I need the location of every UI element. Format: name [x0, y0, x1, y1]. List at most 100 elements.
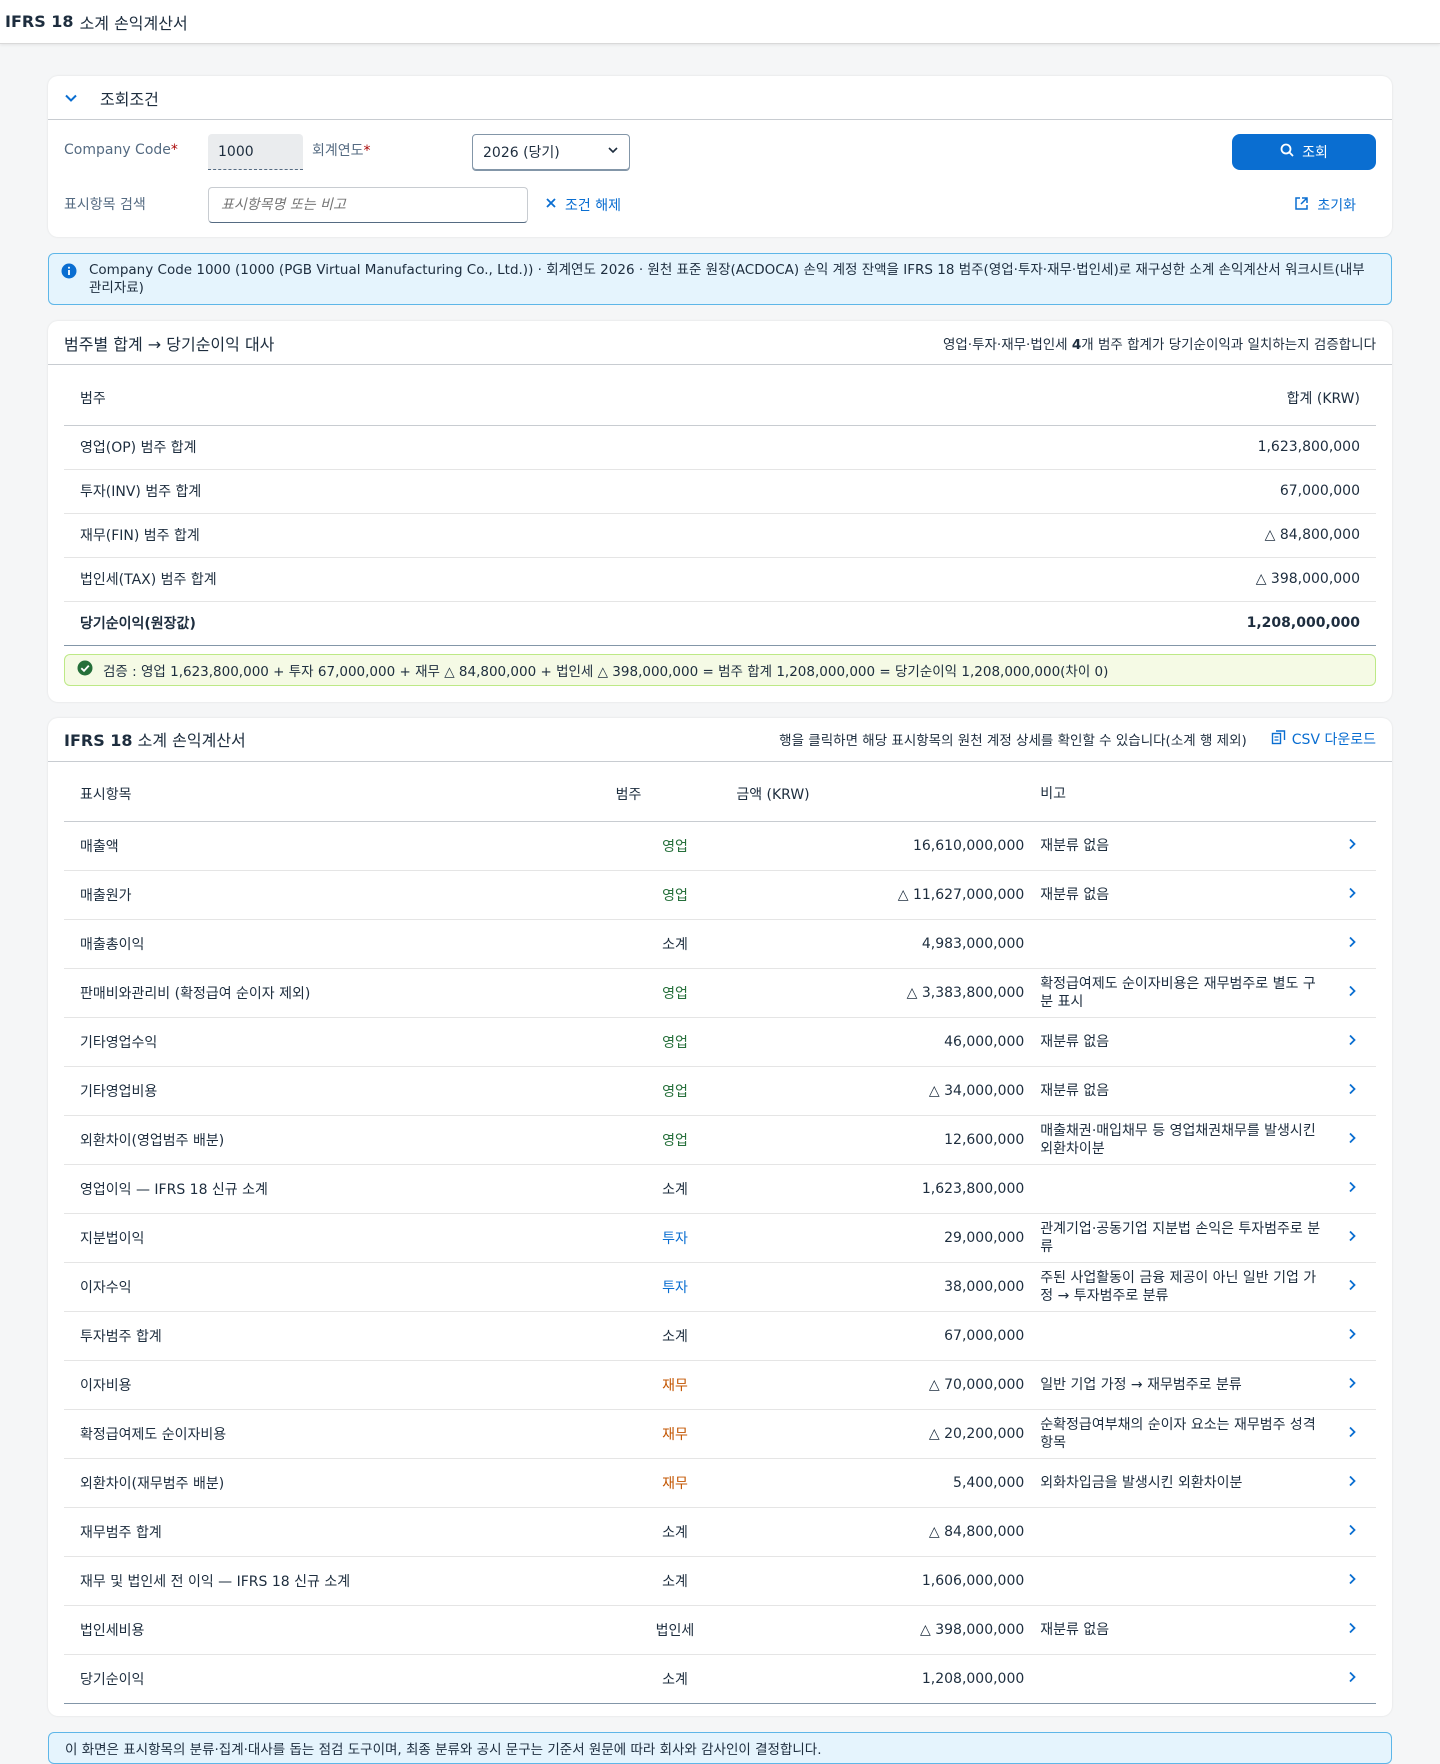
row-note: 재분류 없음: [1040, 1066, 1329, 1116]
summary-row-value: △ 84,800,000: [768, 513, 1376, 558]
row-category: 영업: [614, 821, 736, 871]
table-row[interactable]: 투자범주 합계 소계 67,000,000: [64, 1311, 1376, 1361]
clear-filter-link[interactable]: 조건 해제: [545, 187, 621, 223]
statement-header: IFRS 18 소계 손익계산서 행을 클릭하면 해당 표시항목의 원천 계정 …: [48, 718, 1392, 762]
chevron-right-icon[interactable]: [1328, 1556, 1376, 1606]
row-note: 일반 기업 가정 → 재무범주로 분류: [1040, 1360, 1329, 1410]
company-code-input[interactable]: 1000: [208, 134, 303, 170]
row-category: 소계: [614, 1507, 736, 1557]
summary-header: 범주별 합계 → 당기순이익 대사 영업·투자·재무·법인세 4개 범주 합계가…: [48, 321, 1392, 365]
row-note: 확정급여제도 순이자비용은 재무범주로 별도 구분 표시: [1040, 968, 1329, 1018]
csv-download-label: CSV 다운로드: [1291, 732, 1376, 748]
table-row[interactable]: 외환차이(재무범주 배분) 재무 5,400,000 외화차입금을 발생시킨 외환차이…: [64, 1458, 1376, 1508]
filter-panel: 조회조건 Company Code* 1000 회계연도* 2026 (당기) …: [48, 76, 1392, 237]
chevron-right-icon[interactable]: [1328, 968, 1376, 1018]
summary-subtitle: 영업·투자·재무·법인세 4개 범주 합계가 당기순이익과 일치하는지 검증합니…: [942, 336, 1376, 353]
col-item: 표시항목: [64, 761, 615, 822]
summary-row-value: △ 398,000,000: [768, 557, 1376, 602]
chevron-right-icon[interactable]: [1328, 1213, 1376, 1263]
csv-download-button[interactable]: CSV 다운로드: [1271, 729, 1376, 749]
table-row[interactable]: 매출총이익 소계 4,983,000,000: [64, 919, 1376, 969]
summary-row: 법인세(TAX) 범주 합계 △ 398,000,000: [64, 557, 1376, 602]
row-amount: 1,208,000,000: [735, 1654, 1041, 1704]
row-amount: △ 20,200,000: [735, 1409, 1041, 1459]
chevron-right-icon[interactable]: [1328, 821, 1376, 871]
chevron-right-icon[interactable]: [1328, 1115, 1376, 1165]
info-message: Company Code 1000 (1000 (PGB Virtual Man…: [48, 253, 1392, 305]
search-icon: [1280, 143, 1294, 161]
chevron-right-icon[interactable]: [1328, 1262, 1376, 1312]
chevron-right-icon[interactable]: [1328, 1017, 1376, 1067]
row-amount: △ 84,800,000: [735, 1507, 1041, 1557]
row-note: 순확정급여부채의 순이자 요소는 재무범주 성격 항목: [1040, 1409, 1329, 1459]
summary-row: 투자(INV) 범주 합계 67,000,000: [64, 469, 1376, 514]
table-row[interactable]: 확정급여제도 순이자비용 재무 △ 20,200,000 순확정급여부채의 순이자 요…: [64, 1409, 1376, 1459]
chevron-right-icon[interactable]: [1328, 1654, 1376, 1704]
fiscal-year-select[interactable]: 2026 (당기): [472, 134, 630, 170]
table-row[interactable]: 이자수익 투자 38,000,000 주된 사업활동이 금융 제공이 아닌 일반 기업…: [64, 1262, 1376, 1312]
table-row[interactable]: 기타영업수익 영업 46,000,000 재분류 없음: [64, 1017, 1376, 1067]
row-amount: 67,000,000: [735, 1311, 1041, 1361]
row-note: [1040, 1164, 1329, 1214]
row-note: 재분류 없음: [1040, 1017, 1329, 1067]
summary-total-label: 당기순이익(원장값): [64, 601, 769, 646]
table-row[interactable]: 지분법이익 투자 29,000,000 관계기업·공동기업 지분법 손익은 투자범주로…: [64, 1213, 1376, 1263]
summary-row-label: 투자(INV) 범주 합계: [64, 469, 769, 514]
summary-row-label: 영업(OP) 범주 합계: [64, 425, 769, 470]
col-total: 합계 (KRW): [768, 365, 1376, 426]
row-amount: 1,623,800,000: [735, 1164, 1041, 1214]
table-row[interactable]: 당기순이익 소계 1,208,000,000: [64, 1654, 1376, 1704]
chevron-right-icon[interactable]: [1328, 1164, 1376, 1214]
row-amount: 38,000,000: [735, 1262, 1041, 1312]
table-row[interactable]: 외환차이(영업범주 배분) 영업 12,600,000 매출채권·매입채무 등 영업채…: [64, 1115, 1376, 1165]
info-icon: [61, 263, 77, 284]
col-nav: [1328, 761, 1376, 822]
table-row[interactable]: 기타영업비용 영업 △ 34,000,000 재분류 없음: [64, 1066, 1376, 1116]
chevron-right-icon[interactable]: [1328, 1311, 1376, 1361]
chevron-right-icon[interactable]: [1328, 1458, 1376, 1508]
row-note: 주된 사업활동이 금융 제공이 아닌 일반 기업 가정 → 투자범주로 분류: [1040, 1262, 1329, 1312]
statement-toolbar: 행을 클릭하면 해당 표시항목의 원천 계정 상세를 확인할 수 있습니다(소계…: [779, 729, 1376, 749]
table-row[interactable]: 매출원가 영업 △ 11,627,000,000 재분류 없음: [64, 870, 1376, 920]
statement-title: IFRS 18 소계 손익계산서: [64, 731, 246, 750]
chevron-right-icon[interactable]: [1328, 1360, 1376, 1410]
row-item: 재무범주 합계: [64, 1507, 615, 1557]
statement-panel: IFRS 18 소계 손익계산서 행을 클릭하면 해당 표시항목의 원천 계정 …: [48, 717, 1392, 1716]
row-note: 재분류 없음: [1040, 821, 1329, 871]
chevron-right-icon[interactable]: [1328, 870, 1376, 920]
app-title-strong: IFRS 18: [5, 12, 74, 31]
chevron-right-icon[interactable]: [1328, 1409, 1376, 1459]
chevron-down-icon[interactable]: [64, 91, 84, 105]
table-row[interactable]: 영업이익 — IFRS 18 신규 소계 소계 1,623,800,000: [64, 1164, 1376, 1214]
summary-row-value: 67,000,000: [768, 469, 1376, 514]
table-row[interactable]: 재무 및 법인세 전 이익 — IFRS 18 신규 소계 소계 1,606,000…: [64, 1556, 1376, 1606]
table-row[interactable]: 이자비용 재무 △ 70,000,000 일반 기업 가정 → 재무범주로 분류: [64, 1360, 1376, 1410]
close-icon: [545, 197, 557, 213]
row-note: 외화차입금을 발생시킨 외환차이분: [1040, 1458, 1329, 1508]
table-row[interactable]: 재무범주 합계 소계 △ 84,800,000: [64, 1507, 1376, 1557]
summary-row-label: 재무(FIN) 범주 합계: [64, 513, 769, 558]
success-check-icon: [77, 660, 93, 680]
row-note: [1040, 1556, 1329, 1606]
table-row[interactable]: 법인세비용 법인세 △ 398,000,000 재분류 없음: [64, 1605, 1376, 1655]
chevron-right-icon[interactable]: [1328, 1605, 1376, 1655]
item-search-input[interactable]: [208, 187, 528, 223]
row-amount: △ 11,627,000,000: [735, 870, 1041, 920]
row-item: 투자범주 합계: [64, 1311, 615, 1361]
col-note: 비고: [1040, 761, 1329, 822]
row-note: 재분류 없음: [1040, 870, 1329, 920]
summary-row-value: 1,623,800,000: [768, 425, 1376, 470]
reset-link[interactable]: 초기화: [1294, 187, 1356, 223]
row-amount: 1,606,000,000: [735, 1556, 1041, 1606]
chevron-right-icon[interactable]: [1328, 1507, 1376, 1557]
row-item: 당기순이익: [64, 1654, 615, 1704]
row-category: 소계: [614, 1164, 736, 1214]
chevron-right-icon[interactable]: [1328, 1066, 1376, 1116]
reset-label: 초기화: [1317, 198, 1356, 214]
row-item: 영업이익 — IFRS 18 신규 소계: [64, 1164, 615, 1214]
table-row[interactable]: 매출액 영업 16,610,000,000 재분류 없음: [64, 821, 1376, 871]
table-row[interactable]: 판매비와관리비 (확정급여 순이자 제외) 영업 △ 3,383,800,000 확정…: [64, 968, 1376, 1018]
chevron-right-icon[interactable]: [1328, 919, 1376, 969]
search-button[interactable]: 조회: [1232, 134, 1376, 170]
filter-header[interactable]: 조회조건: [48, 76, 1392, 120]
